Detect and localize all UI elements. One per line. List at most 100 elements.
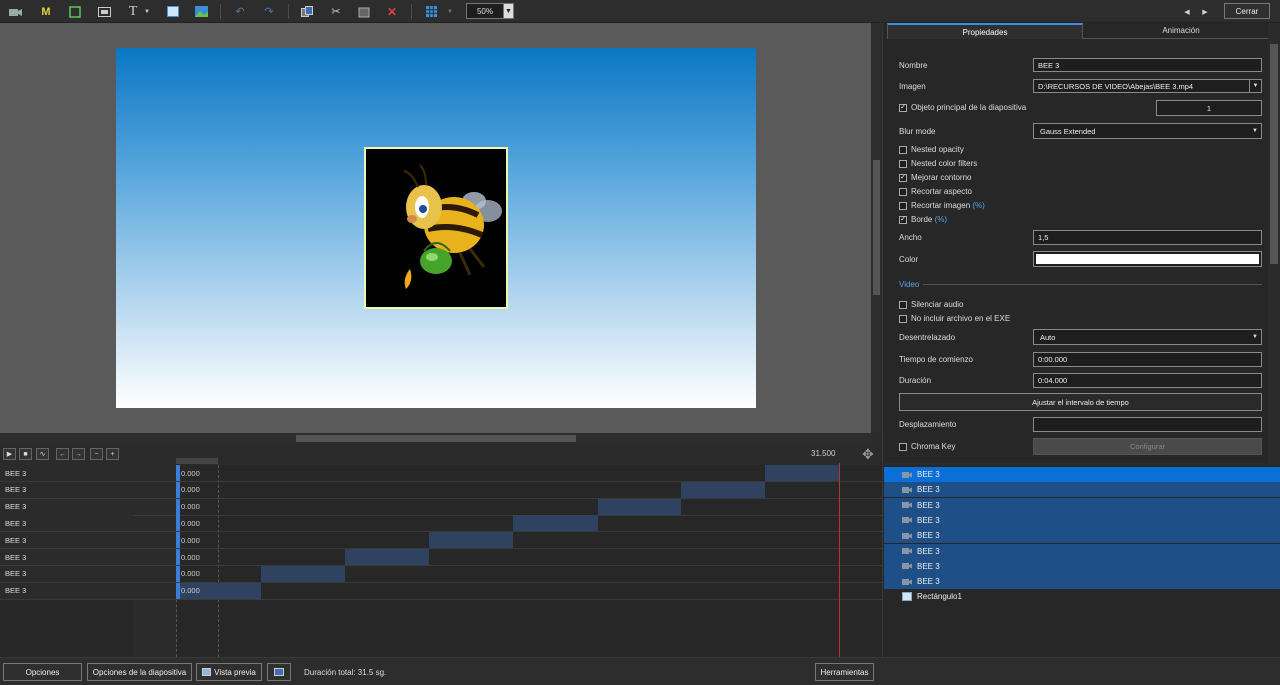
- object-list-item[interactable]: BEE 3: [884, 512, 1280, 528]
- duracion-input[interactable]: 0:04.000: [1033, 373, 1262, 388]
- color-picker[interactable]: [1033, 251, 1262, 267]
- object-list-item[interactable]: BEE 3: [884, 528, 1280, 544]
- silenciar-audio-checkbox[interactable]: Silenciar audio: [899, 300, 963, 309]
- timeline-keyframe[interactable]: [176, 481, 180, 498]
- opciones-diapositiva-button[interactable]: Opciones de la diapositiva: [87, 663, 192, 681]
- ajustar-intervalo-button[interactable]: Ajustar el intervalo de tiempo: [899, 393, 1262, 411]
- zoom-in-icon[interactable]: +: [106, 448, 119, 460]
- nested-color-filters-checkbox[interactable]: Nested color filters: [899, 159, 977, 168]
- object-list-item[interactable]: BEE 3: [884, 482, 1280, 498]
- timeline-clip[interactable]: [261, 565, 345, 582]
- cut-icon[interactable]: ✂: [327, 3, 345, 20]
- timeline-keyframe[interactable]: [176, 549, 180, 565]
- object-list-item[interactable]: BEE 3: [884, 497, 1280, 513]
- tab-animation[interactable]: Animación: [1083, 23, 1279, 39]
- timeline-row[interactable]: BEE 3 0.000: [0, 465, 882, 482]
- zoom-out-icon[interactable]: −: [90, 448, 103, 460]
- timeline-clip[interactable]: [765, 465, 839, 481]
- percent-link[interactable]: (%): [972, 201, 984, 210]
- paste-icon[interactable]: [355, 3, 373, 20]
- mejorar-contorno-checkbox[interactable]: ✓ Mejorar contorno: [899, 173, 971, 182]
- slide-preview-area[interactable]: [0, 23, 871, 433]
- timeline-row[interactable]: BEE 3 0.000: [0, 565, 882, 583]
- percent-link[interactable]: (%): [935, 215, 947, 224]
- blur-mode-select[interactable]: Gauss Extended ▼: [1033, 123, 1262, 139]
- object-list-item[interactable]: BEE 3: [884, 558, 1280, 574]
- m-icon[interactable]: M: [37, 3, 55, 20]
- object-list-item[interactable]: BEE 3: [884, 467, 1280, 482]
- chevron-down-icon[interactable]: ▼: [1249, 80, 1261, 92]
- bee-video-object[interactable]: [364, 147, 508, 309]
- close-button[interactable]: Cerrar: [1224, 3, 1270, 19]
- object-list-item[interactable]: Rectángulo1: [884, 589, 1280, 604]
- timeline-row[interactable]: BEE 3 0.000: [0, 549, 882, 566]
- ancho-input[interactable]: 1,5: [1033, 230, 1262, 245]
- chevron-down-icon[interactable]: ▼: [142, 3, 152, 20]
- play-icon[interactable]: ▶: [3, 448, 16, 460]
- timeline-row[interactable]: BEE 3 0.000: [0, 532, 882, 550]
- redo-icon[interactable]: ↷: [260, 3, 278, 20]
- copy-icon[interactable]: [298, 3, 316, 20]
- select-frame-icon[interactable]: [66, 3, 84, 20]
- stop-icon[interactable]: ■: [19, 448, 32, 460]
- image-icon[interactable]: [192, 3, 210, 20]
- chroma-key-checkbox[interactable]: Chroma Key: [899, 442, 955, 451]
- nested-opacity-checkbox[interactable]: Nested opacity: [899, 145, 964, 154]
- timeline-keyframe[interactable]: [176, 515, 180, 532]
- desplazamiento-input[interactable]: [1033, 417, 1262, 432]
- object-list-item[interactable]: BEE 3: [884, 574, 1280, 590]
- image-path-input[interactable]: D:\RECURSOS DE VIDEO\Abejas\BEE 3.mp4 ▼: [1033, 79, 1262, 93]
- main-object-checkbox[interactable]: ✓ Objeto principal de la diapositiva: [899, 103, 1026, 112]
- undo-icon[interactable]: ↶: [231, 3, 249, 20]
- timeline-clip[interactable]: [513, 515, 598, 532]
- object-list-item[interactable]: BEE 3: [884, 543, 1280, 559]
- timeline-clip[interactable]: [681, 481, 765, 498]
- slide-canvas[interactable]: [116, 48, 756, 408]
- text-icon[interactable]: T: [124, 3, 142, 20]
- name-input[interactable]: BEE 3: [1033, 58, 1262, 72]
- camera-icon[interactable]: [6, 3, 24, 20]
- timeline-row[interactable]: BEE 3 0.000: [0, 498, 882, 516]
- timeline-clip[interactable]: [429, 532, 513, 549]
- tab-properties[interactable]: Propiedades: [887, 23, 1083, 39]
- timeline-keyframe[interactable]: [176, 582, 180, 599]
- timeline-keyframe[interactable]: [176, 565, 180, 582]
- chevron-down-icon[interactable]: ▼: [1249, 331, 1261, 343]
- move-icon[interactable]: ✥: [862, 446, 874, 463]
- recortar-imagen-checkbox[interactable]: Recortar imagen (%): [899, 201, 985, 210]
- desentrelazado-select[interactable]: Auto ▼: [1033, 329, 1262, 345]
- rectangle-icon[interactable]: [164, 3, 182, 20]
- chevron-down-icon[interactable]: ▼: [445, 3, 455, 20]
- grid-icon[interactable]: [422, 3, 440, 20]
- chevron-down-icon[interactable]: ▼: [503, 4, 513, 18]
- vista-previa-button[interactable]: Vista previa: [196, 663, 262, 681]
- next-arrow-icon[interactable]: ▶: [1196, 3, 1214, 20]
- tiempo-comienzo-input[interactable]: 0:00.000: [1033, 352, 1262, 367]
- recortar-aspecto-checkbox[interactable]: Recortar aspecto: [899, 187, 972, 196]
- timeline-row[interactable]: BEE 3 0.000: [0, 515, 882, 533]
- fullscreen-preview-button[interactable]: [267, 663, 291, 681]
- main-object-number[interactable]: 1: [1156, 100, 1262, 116]
- waveform-icon[interactable]: ∿: [36, 448, 49, 460]
- timeline-keyframe[interactable]: [176, 532, 180, 549]
- timeline-row[interactable]: BEE 3 0.000: [0, 582, 882, 600]
- text-box-icon[interactable]: [95, 3, 113, 20]
- timeline-end-marker[interactable]: [839, 463, 840, 657]
- timeline[interactable]: BEE 3 0.000 BEE 3 0.000 BEE 3 0.000 BEE 3 0.000…: [0, 465, 882, 657]
- no-incluir-exe-checkbox[interactable]: No incluir archivo en el EXE: [899, 314, 1010, 323]
- opciones-button[interactable]: Opciones: [3, 663, 82, 681]
- prev-arrow-icon[interactable]: ◀: [1178, 3, 1196, 20]
- arrow-left-icon[interactable]: ←: [56, 448, 69, 460]
- properties-scroll-thumb[interactable]: [1270, 44, 1278, 264]
- timeline-keyframe[interactable]: [176, 498, 180, 515]
- zoom-select[interactable]: 50% ▼: [466, 3, 514, 19]
- arrow-right-icon[interactable]: →: [72, 448, 85, 460]
- preview-horizontal-scroll-thumb[interactable]: [296, 435, 576, 442]
- timeline-row[interactable]: BEE 3 0.000: [0, 481, 882, 499]
- timeline-keyframe[interactable]: [176, 465, 180, 481]
- preview-vertical-scroll-thumb[interactable]: [873, 160, 880, 295]
- herramientas-button[interactable]: Herramientas: [815, 663, 874, 681]
- timeline-clip[interactable]: [345, 549, 429, 565]
- configurar-button[interactable]: Configurar: [1033, 438, 1262, 455]
- timeline-clip[interactable]: [598, 498, 681, 515]
